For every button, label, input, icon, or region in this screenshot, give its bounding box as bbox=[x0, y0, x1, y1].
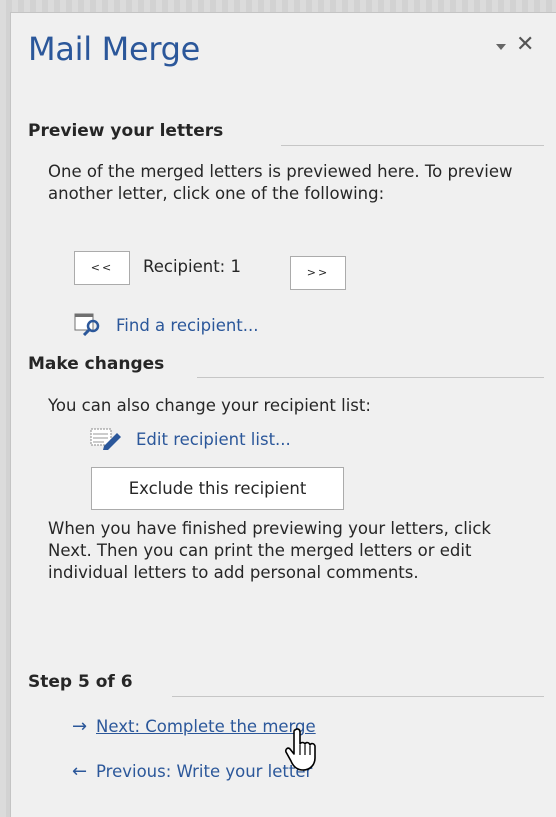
find-recipient-icon bbox=[74, 313, 100, 337]
preview-heading: Preview your letters bbox=[28, 121, 224, 141]
arrow-right-icon: → bbox=[72, 716, 88, 737]
pane-title: Mail Merge bbox=[28, 30, 201, 68]
step-heading: Step 5 of 6 bbox=[28, 672, 133, 692]
preview-description: One of the merged letters is previewed h… bbox=[48, 162, 513, 203]
previous-step-link[interactable]: ← Previous: Write your letter bbox=[72, 761, 312, 782]
recipient-label: Recipient: 1 bbox=[143, 257, 241, 276]
step-divider bbox=[172, 696, 544, 697]
edit-list-icon bbox=[90, 428, 121, 450]
previous-recipient-button[interactable]: << bbox=[74, 251, 130, 285]
changes-heading: Make changes bbox=[28, 354, 165, 374]
find-recipient-label: Find a recipient... bbox=[116, 316, 259, 335]
arrow-left-icon: ← bbox=[72, 761, 88, 782]
edit-recipient-list-label: Edit recipient list... bbox=[136, 430, 291, 449]
hand-pointer-cursor-icon bbox=[285, 728, 316, 771]
pane-options-dropdown-icon[interactable] bbox=[496, 44, 506, 50]
changes-description: You can also change your recipient list: bbox=[48, 396, 371, 415]
preview-divider bbox=[281, 145, 544, 146]
finish-instructions: When you have finished previewing your l… bbox=[48, 519, 491, 582]
previous-step-label: Previous: Write your letter bbox=[96, 762, 313, 781]
edit-recipient-list-link[interactable]: Edit recipient list... bbox=[90, 426, 291, 450]
next-step-link[interactable]: → Next: Complete the merge bbox=[72, 716, 316, 737]
close-icon[interactable]: ✕ bbox=[516, 34, 534, 56]
find-recipient-link[interactable]: Find a recipient... bbox=[74, 312, 259, 337]
exclude-recipient-button[interactable]: Exclude this recipient bbox=[91, 467, 344, 510]
changes-divider bbox=[197, 377, 544, 378]
next-recipient-button[interactable]: >> bbox=[290, 256, 346, 290]
